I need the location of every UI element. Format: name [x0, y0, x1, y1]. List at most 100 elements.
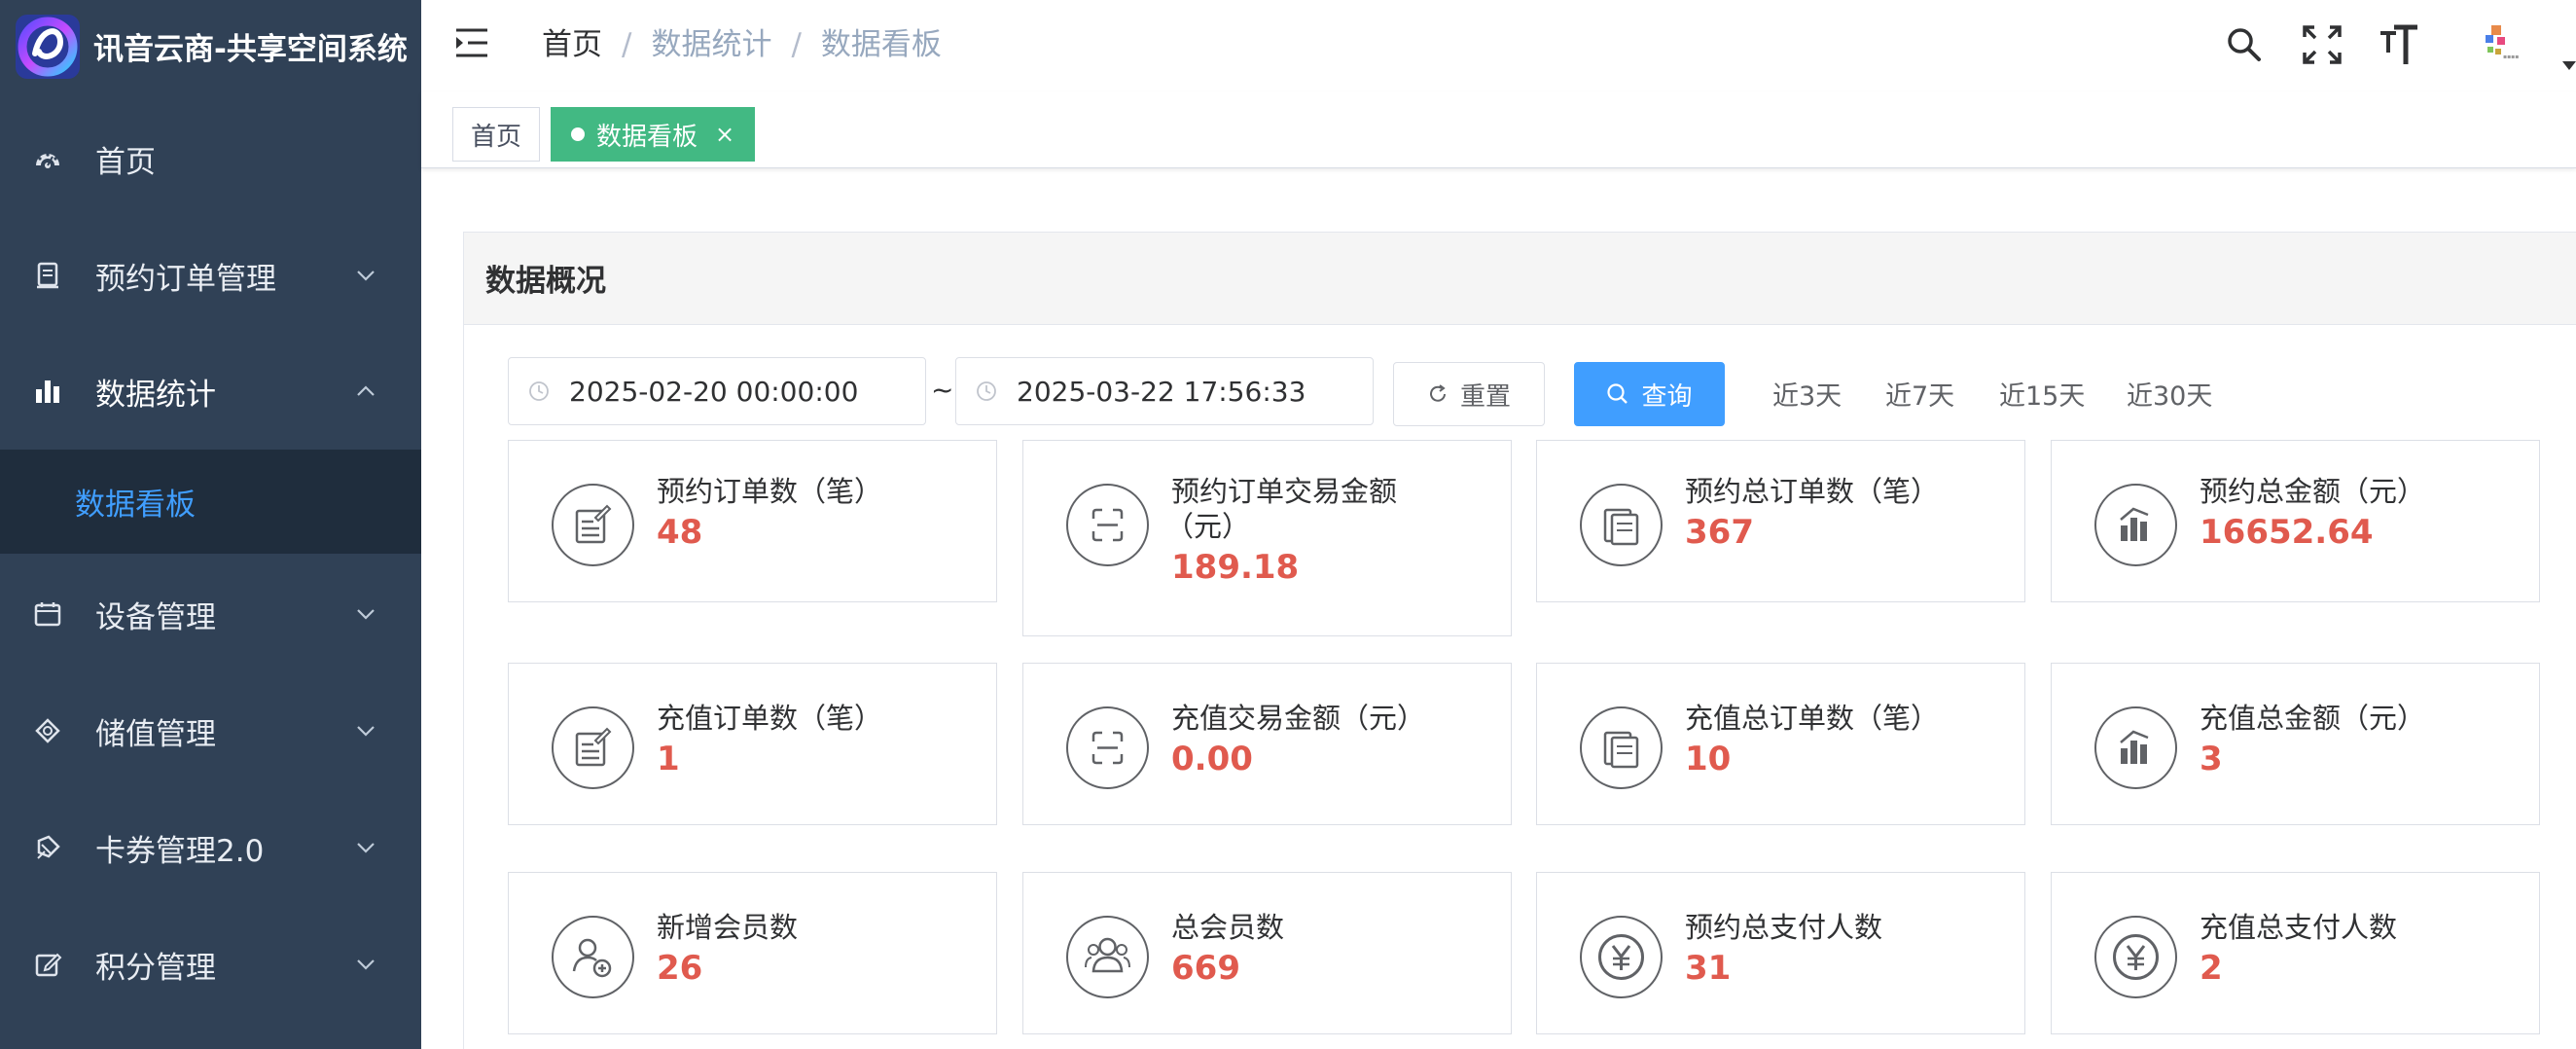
- gem-icon: [31, 714, 64, 747]
- stat-card: 预约总支付人数 31: [1536, 872, 2025, 1034]
- chevron-down-icon: [357, 271, 375, 281]
- document-copy-icon: [1580, 706, 1663, 789]
- receipt-icon: [31, 259, 64, 292]
- sidebar-item-stored-value[interactable]: 储值管理: [0, 672, 421, 789]
- sidebar-subitem-label: 数据看板: [75, 488, 196, 523]
- sidebar-item-label: 设备管理: [95, 599, 216, 635]
- fullscreen-icon[interactable]: [2301, 23, 2343, 66]
- card-value: 669: [1171, 949, 1240, 988]
- chevron-down-icon: [357, 843, 375, 853]
- sidebar-item-home[interactable]: 首页: [0, 100, 421, 217]
- stat-card: 预约总订单数（笔） 367: [1536, 440, 2025, 602]
- search-icon[interactable]: [2223, 23, 2266, 66]
- chevron-down-icon: [357, 609, 375, 620]
- end-date-input[interactable]: 2025-03-22 17:56:33: [955, 357, 1374, 425]
- card-value: 31: [1685, 949, 1732, 988]
- svg-text:▪▪▪▪: ▪▪▪▪: [2503, 54, 2519, 60]
- yen-icon: [1580, 916, 1663, 998]
- card-label: 充值交易金额（元）: [1171, 702, 1426, 735]
- stat-card: 预约订单交易金额（元） 189.18: [1022, 440, 1512, 636]
- reset-button[interactable]: 重置: [1393, 362, 1545, 426]
- stat-card: 预约订单数（笔） 48: [508, 440, 997, 602]
- card-label: 预约订单数（笔）: [657, 475, 883, 508]
- sidebar-item-coupons[interactable]: 卡券管理2.0: [0, 789, 421, 906]
- ticket-icon: [31, 831, 64, 864]
- card-label: 充值总订单数（笔）: [1685, 702, 1940, 735]
- edit-document-icon: [552, 706, 634, 789]
- caret-down-icon[interactable]: [2561, 60, 2576, 72]
- edit-document-icon: [552, 484, 634, 566]
- card-value: 0.00: [1171, 740, 1253, 778]
- stat-card: 预约总金额（元） 16652.64: [2051, 440, 2540, 602]
- quick-15-days[interactable]: 近15天: [1999, 375, 2085, 413]
- scan-icon: [1066, 706, 1149, 789]
- add-user-icon: [552, 916, 634, 998]
- stat-card: 充值订单数（笔） 1: [508, 663, 997, 825]
- quick-7-days[interactable]: 近7天: [1885, 375, 1954, 413]
- card-value: 2: [2200, 949, 2223, 988]
- panel-title: 数据概况: [485, 264, 606, 299]
- card-value: 26: [657, 949, 703, 988]
- close-icon[interactable]: ×: [715, 121, 734, 148]
- tags-view: 首页 数据看板 ×: [421, 92, 2576, 168]
- stat-card: 充值总支付人数 2: [2051, 872, 2540, 1034]
- card-value: 16652.64: [2200, 513, 2374, 552]
- stat-card: 新增会员数 26: [508, 872, 997, 1034]
- card-value: 10: [1685, 740, 1732, 778]
- avatar[interactable]: ▪▪▪▪: [2474, 19, 2532, 70]
- chevron-down-icon: [357, 959, 375, 970]
- card-value: 189.18: [1171, 548, 1300, 587]
- card-label: 充值总金额（元）: [2200, 702, 2426, 735]
- tag-dashboard[interactable]: 数据看板 ×: [551, 107, 755, 162]
- breadcrumb-home[interactable]: 首页: [542, 23, 602, 66]
- card-label: 预约总金额（元）: [2200, 475, 2426, 508]
- card-label: 总会员数: [1171, 911, 1285, 944]
- bar-chart-icon: [31, 375, 64, 408]
- clock-icon: [977, 381, 996, 401]
- sidebar-item-statistics[interactable]: 数据统计: [0, 333, 421, 450]
- hamburger-icon[interactable]: [454, 25, 493, 60]
- breadcrumb-dashboard: 数据看板: [820, 27, 942, 62]
- sidebar-item-devices[interactable]: 设备管理: [0, 556, 421, 672]
- sidebar-subitem-dashboard[interactable]: 数据看板: [0, 450, 421, 554]
- breadcrumb-statistics: 数据统计: [651, 27, 772, 62]
- stat-card: 充值总订单数（笔） 10: [1536, 663, 2025, 825]
- document-copy-icon: [1580, 484, 1663, 566]
- sidebar-item-label: 预约订单管理: [95, 261, 276, 297]
- card-label: 新增会员数: [657, 911, 799, 944]
- card-label: 充值总支付人数: [2200, 911, 2398, 944]
- breadcrumb-separator: /: [791, 27, 802, 62]
- start-date-value: 2025-02-20 00:00:00: [569, 375, 859, 408]
- data-overview-panel: 数据概况 2025-02-20 00:00:00 ~ 2025-03-22 17…: [463, 232, 2576, 1049]
- card-value: 1: [657, 740, 680, 778]
- navbar: 首页 / 数据统计 / 数据看板 ▪▪▪▪: [421, 0, 2576, 92]
- end-date-value: 2025-03-22 17:56:33: [1017, 375, 1306, 408]
- stat-card: 充值总金额（元） 3: [2051, 663, 2540, 825]
- brand-title: 讯音云商-共享空间系统: [93, 32, 408, 67]
- calendar-icon: [31, 597, 64, 631]
- font-size-icon[interactable]: [2379, 23, 2421, 66]
- search-label: 查询: [1641, 381, 1693, 412]
- tag-home[interactable]: 首页: [452, 107, 540, 162]
- range-separator: ~: [931, 374, 954, 406]
- start-date-input[interactable]: 2025-02-20 00:00:00: [508, 357, 926, 425]
- yen-icon: [2094, 916, 2177, 998]
- clock-icon: [529, 381, 549, 401]
- chevron-down-icon: [357, 726, 375, 737]
- sidebar-item-label: 数据统计: [95, 377, 216, 413]
- sidebar-item-label: 积分管理: [95, 950, 216, 986]
- card-value: 3: [2200, 740, 2223, 778]
- reset-label: 重置: [1459, 381, 1511, 412]
- users-icon: [1066, 916, 1149, 998]
- breadcrumb: 首页 / 数据统计 / 数据看板: [542, 23, 942, 66]
- sidebar-item-reservation-orders[interactable]: 预约订单管理: [0, 217, 421, 334]
- dashboard-icon: [31, 142, 64, 175]
- quick-3-days[interactable]: 近3天: [1772, 375, 1842, 413]
- search-button[interactable]: 查询: [1574, 362, 1725, 426]
- scan-icon: [1066, 484, 1149, 566]
- brand[interactable]: 讯音云商-共享空间系统: [0, 0, 421, 92]
- breadcrumb-separator: /: [622, 27, 632, 62]
- sidebar-item-points[interactable]: 积分管理: [0, 906, 421, 1023]
- quick-30-days[interactable]: 近30天: [2127, 375, 2212, 413]
- card-label: 预约总订单数（笔）: [1685, 475, 1940, 508]
